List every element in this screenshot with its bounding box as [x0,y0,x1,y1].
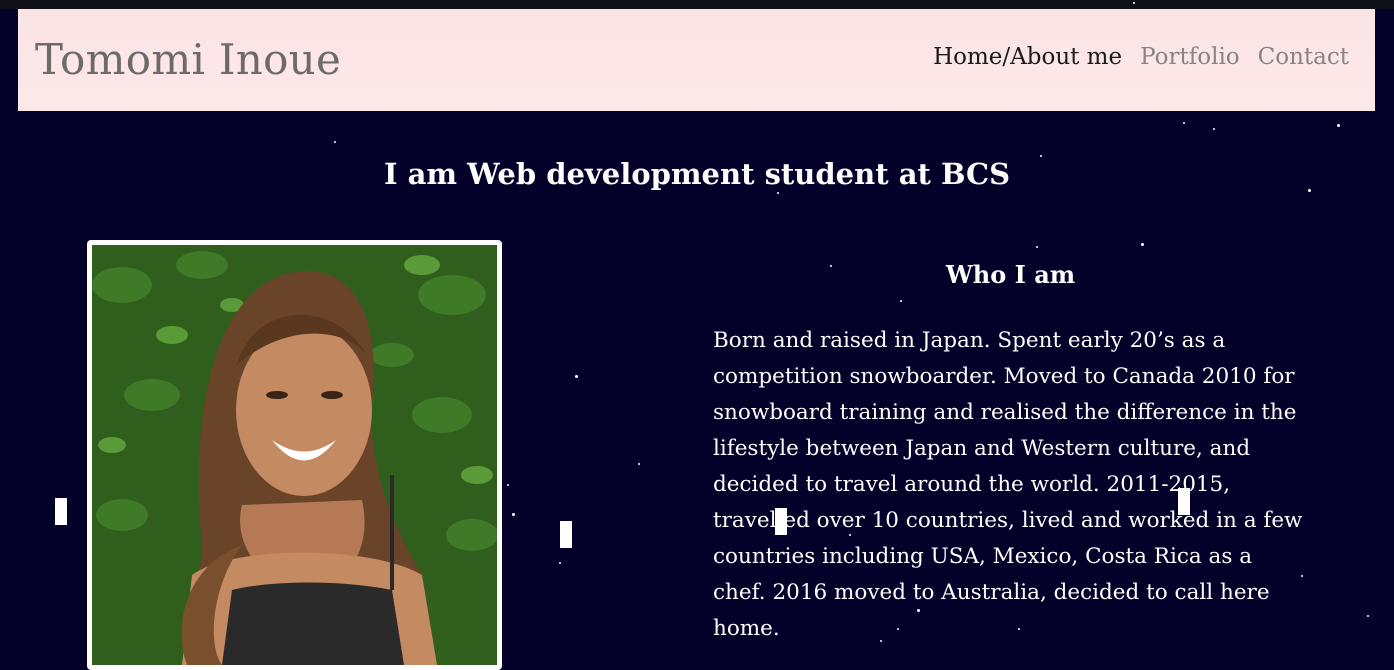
star-decoration [1308,189,1311,192]
star-decoration [334,141,336,143]
falling-star-decoration [55,498,67,525]
star-decoration [880,640,882,642]
star-decoration [917,609,920,612]
star-decoration [575,375,578,378]
star-decoration [638,463,640,465]
star-decoration [1040,155,1042,157]
falling-star-decoration [1178,488,1190,515]
star-decoration [507,484,509,486]
star-decoration [1133,2,1135,4]
profile-photo-illustration [92,245,497,665]
main-nav: Home/About me Portfolio Contact [933,44,1349,70]
star-decoration [1141,243,1144,246]
star-decoration [512,513,515,516]
nav-contact[interactable]: Contact [1258,44,1349,70]
star-decoration [1213,128,1215,130]
nav-portfolio[interactable]: Portfolio [1140,44,1240,70]
star-decoration [1183,122,1185,124]
star-decoration [1301,575,1303,577]
star-decoration [1367,615,1369,617]
hero-tagline: I am Web development student at BCS [383,157,1011,191]
about-bio: Born and raised in Japan. Spent early 20… [713,328,1303,641]
site-brand[interactable]: Tomomi Inoue [35,35,341,84]
star-decoration [830,265,832,267]
falling-star-decoration [560,521,572,548]
star-decoration [900,300,902,302]
star-decoration [1337,124,1340,127]
nav-home-about[interactable]: Home/About me [933,44,1122,70]
star-decoration [897,628,899,630]
star-decoration [1018,628,1020,630]
about-title: Who I am [945,260,1076,289]
falling-star-decoration [775,508,787,535]
star-decoration [1036,246,1038,248]
profile-photo [87,240,502,670]
star-decoration [777,192,779,194]
top-strip [0,0,1394,9]
star-decoration [849,534,851,536]
star-decoration [559,562,561,564]
site-header: Tomomi Inoue Home/About me Portfolio Con… [18,9,1375,111]
